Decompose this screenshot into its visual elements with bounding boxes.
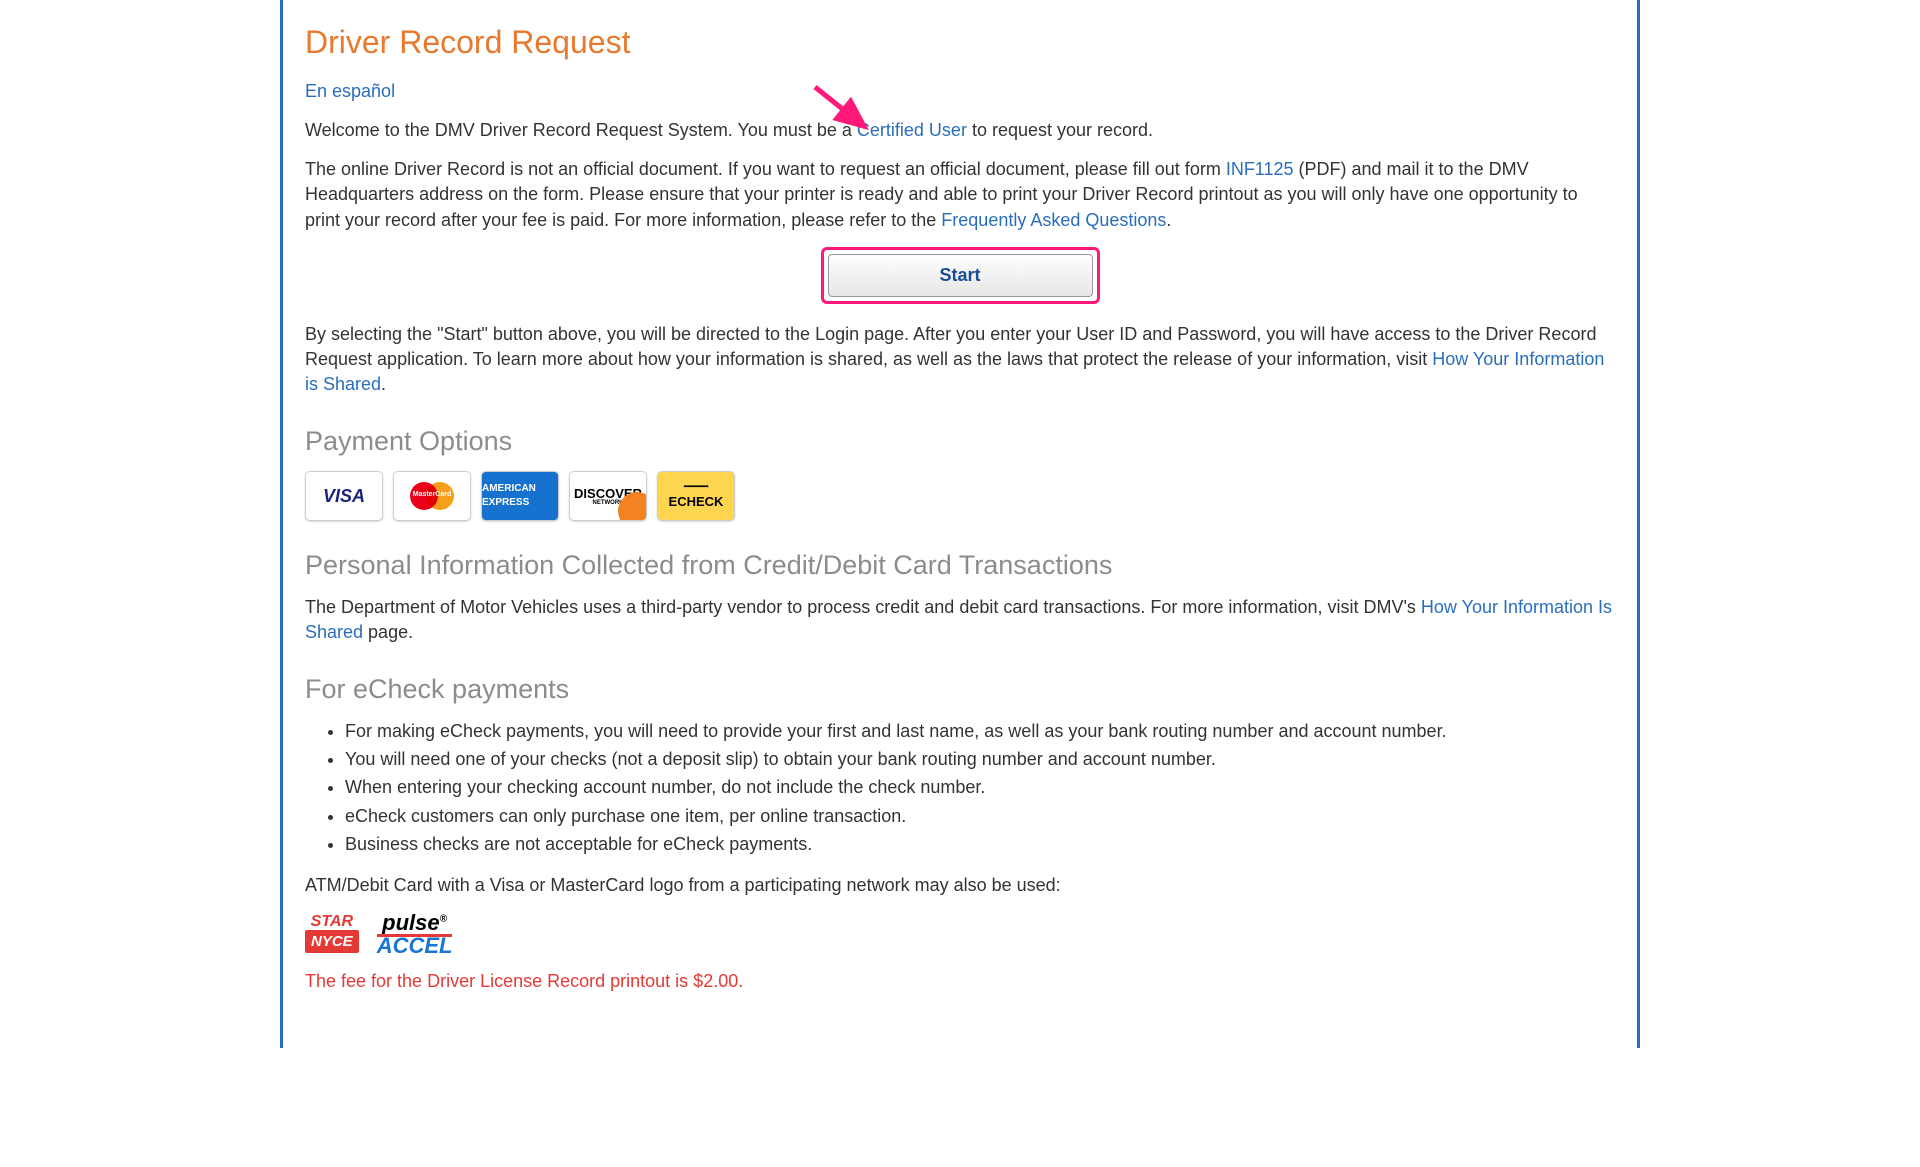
atm-network-row: STAR NYCE pulse® ACCEL (305, 912, 1615, 955)
echeck-icon: ━━━━━ECHECK (657, 471, 735, 521)
personal-info-heading: Personal Information Collected from Cred… (305, 547, 1615, 585)
amex-icon: AMERICAN EXPRESS (481, 471, 559, 521)
page-title: Driver Record Request (305, 20, 1615, 65)
post-start-paragraph: By selecting the "Start" button above, y… (305, 322, 1615, 398)
list-item: eCheck customers can only purchase one i… (345, 804, 1615, 829)
start-button[interactable]: Start (828, 254, 1093, 297)
payment-card-row: VISA MasterCard AMERICAN EXPRESS DISCOVE… (305, 471, 1615, 521)
list-item: You will need one of your checks (not a … (345, 747, 1615, 772)
intro-paragraph-1: Welcome to the DMV Driver Record Request… (305, 118, 1615, 143)
fee-notice: The fee for the Driver License Record pr… (305, 969, 1615, 994)
payment-options-heading: Payment Options (305, 423, 1615, 461)
inf1125-link[interactable]: INF1125 (1226, 159, 1294, 179)
pulse-accel-icon: pulse® ACCEL (377, 912, 453, 955)
mastercard-icon: MasterCard (393, 471, 471, 521)
personal-info-paragraph: The Department of Motor Vehicles uses a … (305, 595, 1615, 645)
start-highlight: Start (821, 247, 1100, 304)
faq-link[interactable]: Frequently Asked Questions (941, 210, 1166, 230)
visa-icon: VISA (305, 471, 383, 521)
star-nyce-icon: STAR NYCE (305, 914, 359, 953)
list-item: When entering your checking account numb… (345, 775, 1615, 800)
atm-debit-paragraph: ATM/Debit Card with a Visa or MasterCard… (305, 873, 1615, 898)
list-item: Business checks are not acceptable for e… (345, 832, 1615, 857)
discover-icon: DISCOVERNETWORK (569, 471, 647, 521)
certified-user-link[interactable]: Certified User (857, 120, 967, 140)
echeck-heading: For eCheck payments (305, 671, 1615, 709)
echeck-list: For making eCheck payments, you will nee… (305, 719, 1615, 857)
list-item: For making eCheck payments, you will nee… (345, 719, 1615, 744)
spanish-link[interactable]: En español (305, 81, 395, 101)
intro-paragraph-2: The online Driver Record is not an offic… (305, 157, 1615, 233)
